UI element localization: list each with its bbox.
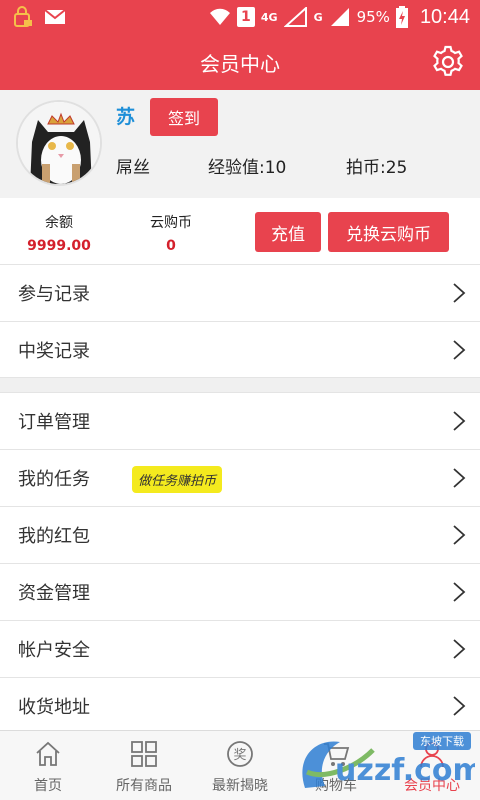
member-level: 屌丝 (116, 158, 150, 178)
menu-item-my-tasks[interactable]: 我的任务 做任务赚拍币 (0, 449, 480, 506)
menu-item-account-security[interactable]: 帐户安全 (0, 620, 480, 677)
chevron-right-icon (453, 468, 466, 488)
task-promo-badge: 做任务赚拍币 (132, 466, 223, 493)
menu-item-shipping-address[interactable]: 收货地址 (0, 677, 480, 734)
chevron-right-icon (453, 283, 466, 303)
nav-label: 最新揭晓 (212, 778, 268, 794)
page-title: 会员中心 (200, 51, 280, 76)
cloud-coin-value: 0 (166, 238, 176, 254)
exchange-cloud-coin-button[interactable]: 兑换云购币 (328, 212, 449, 252)
menu-item-label: 我的红包 (18, 526, 90, 547)
experience-value: 经验值:10 (208, 158, 287, 178)
menu-item-label: 帐户安全 (18, 640, 90, 661)
clock: 10:44 (419, 5, 470, 28)
gear-icon[interactable] (430, 44, 466, 80)
nav-label: 首页 (34, 778, 62, 794)
menu-item-order-management[interactable]: 订单管理 (0, 392, 480, 449)
nav-item-home[interactable]: 首页 (0, 731, 96, 800)
svg-text:东坡下载: 东坡下载 (420, 735, 464, 748)
home-icon (36, 741, 60, 766)
menu-group-account: 订单管理 我的任务 做任务赚拍币 我的红包 资金管理 帐户安全 收货地址 (0, 392, 480, 734)
nav-item-all-products[interactable]: 所有商品 (96, 731, 192, 800)
chevron-right-icon (453, 639, 466, 659)
avatar[interactable] (16, 100, 102, 186)
signal-icon-2 (330, 8, 349, 26)
mail-icon (44, 9, 66, 24)
recharge-button[interactable]: 充值 (255, 212, 321, 252)
chevron-right-icon (453, 696, 466, 716)
menu-item-label: 参与记录 (18, 284, 90, 305)
username: 苏 (116, 106, 136, 128)
menu-item-participation-records[interactable]: 参与记录 (0, 264, 480, 321)
status-bar: 1 4G G 95% 10:44 (0, 0, 480, 34)
svg-text:uzzf.com: uzzf.com (335, 753, 475, 788)
nav-label: 所有商品 (116, 778, 172, 794)
profile-section: 苏 签到 屌丝 经验值:10 拍币:25 (0, 90, 480, 198)
sim-indicator: 1 (236, 7, 255, 27)
site-watermark-logo: uzzf.com 东坡下载 (302, 732, 475, 788)
menu-item-label: 中奖记录 (18, 340, 90, 362)
balance-value: 9999.00 (27, 238, 91, 254)
cloud-coin-block: 云购币 0 (136, 212, 206, 254)
grid-icon (131, 741, 157, 767)
signal-icon (283, 7, 307, 27)
menu-item-winning-records[interactable]: 中奖记录 (0, 321, 480, 378)
chevron-right-icon (453, 525, 466, 545)
menu-item-fund-management[interactable]: 资金管理 (0, 563, 480, 620)
svg-text:奖: 奖 (233, 748, 246, 763)
wifi-icon (209, 8, 230, 25)
cloud-coin-label: 云购币 (150, 215, 192, 231)
g-network-label: G (313, 10, 323, 24)
nav-item-latest-results[interactable]: 奖 最新揭晓 (192, 731, 288, 800)
chevron-right-icon (453, 340, 466, 360)
chevron-right-icon (453, 582, 466, 602)
menu-item-label: 收货地址 (18, 697, 90, 718)
balance-label: 余额 (45, 215, 73, 231)
battery-charging-icon (395, 6, 408, 28)
menu-item-red-packets[interactable]: 我的红包 (0, 506, 480, 563)
notification-app-icon (14, 6, 32, 27)
app-header: 会员中心 (0, 34, 480, 90)
network-type-label: 4G (260, 10, 278, 24)
battery-percent: 95% (356, 8, 390, 26)
balance-block: 余额 9999.00 (24, 212, 94, 254)
avatar-cat-image (18, 102, 100, 184)
coin-balance: 拍币:25 (346, 158, 408, 178)
menu-item-label: 我的任务 (18, 469, 90, 490)
signin-button[interactable]: 签到 (150, 98, 218, 136)
menu-group-records: 参与记录 中奖记录 (0, 264, 480, 378)
balance-section: 余额 9999.00 云购币 0 充值 兑换云购币 (0, 198, 480, 264)
menu-item-label: 订单管理 (18, 412, 90, 433)
chevron-right-icon (453, 411, 466, 431)
menu-item-label: 资金管理 (18, 583, 90, 604)
prize-icon: 奖 (227, 741, 253, 767)
